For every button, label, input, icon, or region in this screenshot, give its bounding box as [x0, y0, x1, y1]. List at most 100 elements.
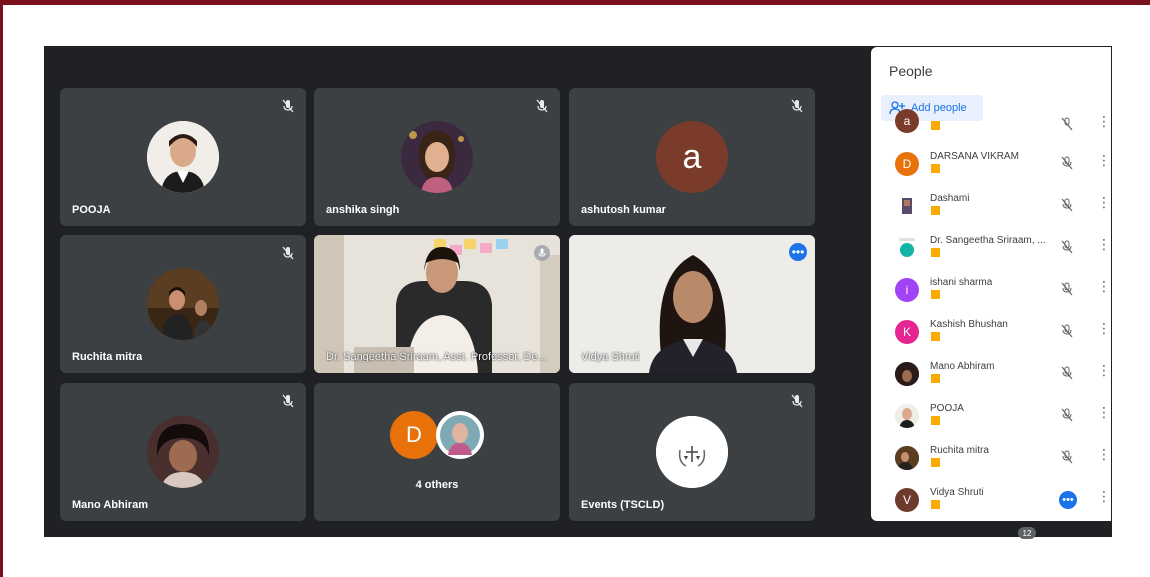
others-group-tile[interactable]: D 4 others	[314, 383, 560, 521]
participant-photo	[147, 121, 219, 193]
more-vert-icon[interactable]: ⋮	[1097, 447, 1111, 461]
mic-off-icon	[282, 99, 294, 113]
participant-tile-events-tscld[interactable]: Events (TSCLD)	[569, 383, 815, 521]
participant-row[interactable]: POOJA ⋮	[871, 395, 1111, 437]
more-vert-icon[interactable]: ⋮	[1097, 237, 1111, 251]
guest-badge-icon	[931, 500, 940, 509]
participant-row[interactable]: Ruchita mitra ⋮	[871, 437, 1111, 479]
participant-tile-ruchita-mitra[interactable]: Ruchita mitra	[60, 235, 306, 373]
participant-name: Mano Abhiram	[930, 361, 995, 372]
more-vert-icon[interactable]: ⋮	[1097, 321, 1111, 335]
participant-name: Ruchita mitra	[72, 351, 143, 363]
participant-photo	[436, 411, 484, 459]
mic-off-icon	[1061, 198, 1073, 212]
participant-avatar: K	[895, 320, 919, 344]
participant-avatar	[895, 194, 919, 218]
participant-video-dr-sangeetha[interactable]: Dr. Sangeetha Sriraam, Asst. Professor, …	[314, 235, 560, 373]
participant-row[interactable]: K Kashish Bhushan ⋮	[871, 311, 1111, 353]
others-count-label: 4 others	[415, 479, 459, 491]
participant-row[interactable]: D DARSANA VIKRAM ⋮	[871, 143, 1111, 185]
participant-avatar	[895, 362, 919, 386]
participant-video-vidya-shruti[interactable]: Vidya Shruti •••	[569, 235, 815, 373]
guest-badge-icon	[931, 374, 940, 383]
participant-tile-pooja[interactable]: POOJA	[60, 88, 306, 226]
letter-avatar: D	[390, 411, 438, 459]
participant-tile-ashutosh-kumar[interactable]: a ashutosh kumar	[569, 88, 815, 226]
participant-row[interactable]: V Vidya Shruti ••• ⋮	[871, 479, 1111, 521]
guest-badge-icon	[931, 416, 940, 425]
frame-left-border	[0, 0, 3, 577]
mic-off-icon	[536, 99, 548, 113]
participant-name: Dr. Sangeetha Sriraam, ...	[930, 235, 1046, 246]
participant-count-badge: 12	[1018, 527, 1036, 539]
participant-name: DARSANA VIKRAM	[930, 151, 1019, 162]
mic-off-icon	[282, 246, 294, 260]
participant-name: Dashami	[930, 193, 970, 204]
add-people-label: Add people	[911, 102, 967, 114]
guest-badge-icon	[931, 332, 940, 341]
participant-row[interactable]: Mano Abhiram ⋮	[871, 353, 1111, 395]
mic-off-icon	[1061, 156, 1073, 170]
participant-avatar: D	[895, 152, 919, 176]
participant-name: Events (TSCLD)	[581, 499, 665, 511]
participant-photo	[147, 416, 219, 488]
mic-off-icon	[1061, 366, 1073, 380]
mic-off-icon	[534, 245, 550, 261]
participant-tile-anshika-singh[interactable]: anshika singh	[314, 88, 560, 226]
more-vert-icon[interactable]: ⋮	[1097, 489, 1111, 503]
panel-title: People	[889, 63, 933, 79]
participant-row[interactable]: a ⋮	[871, 109, 1111, 143]
mic-off-icon	[1061, 117, 1073, 131]
mic-off-icon	[1061, 408, 1073, 422]
guest-badge-icon	[931, 290, 940, 299]
participant-name: Ruchita mitra	[930, 445, 989, 456]
participant-avatar	[895, 446, 919, 470]
mic-off-icon	[1061, 282, 1073, 296]
guest-badge-icon	[931, 121, 940, 130]
mic-off-icon	[791, 99, 803, 113]
more-vert-icon[interactable]: ⋮	[1097, 114, 1111, 128]
participant-photo	[401, 121, 473, 193]
participant-list: a ⋮ D DARSANA VIKRAM ⋮ Dashami ⋮ Dr. San…	[871, 109, 1111, 521]
more-vert-icon[interactable]: ⋮	[1097, 153, 1111, 167]
participant-avatar: a	[895, 109, 919, 133]
participant-avatar: V	[895, 488, 919, 512]
participant-avatar	[895, 404, 919, 428]
participant-row[interactable]: Dashami ⋮	[871, 185, 1111, 227]
guest-badge-icon	[931, 248, 940, 257]
participant-row[interactable]: i ishani sharma ⋮	[871, 269, 1111, 311]
participant-name: Vidya Shruti	[581, 351, 641, 363]
participant-row[interactable]: Dr. Sangeetha Sriraam, ... ⋮	[871, 227, 1111, 269]
participant-photo	[147, 268, 219, 340]
participant-avatar	[895, 236, 919, 260]
bottom-control-bar	[44, 521, 1112, 537]
participant-name: anshika singh	[326, 204, 400, 216]
more-vert-icon[interactable]: ⋮	[1097, 195, 1111, 209]
participant-avatar: i	[895, 278, 919, 302]
participant-name: Mano Abhiram	[72, 499, 148, 511]
participant-name: ishani sharma	[930, 277, 993, 288]
frame-top-border	[0, 0, 1150, 5]
letter-avatar: a	[656, 121, 728, 193]
tscld-logo	[656, 416, 728, 488]
guest-badge-icon	[931, 206, 940, 215]
more-vert-icon[interactable]: ⋮	[1097, 279, 1111, 293]
participant-name: POOJA	[72, 204, 111, 216]
participant-name: Kashish Bhushan	[930, 319, 1008, 330]
participant-tile-mano-abhiram[interactable]: Mano Abhiram	[60, 383, 306, 521]
more-vert-icon[interactable]: ⋮	[1097, 363, 1111, 377]
speaking-indicator-icon: •••	[1059, 491, 1077, 509]
participant-name: Vidya Shruti	[930, 487, 984, 498]
guest-badge-icon	[931, 164, 940, 173]
participant-name: Dr. Sangeetha Sriraam, Asst. Professor, …	[326, 351, 547, 363]
mic-off-icon	[791, 394, 803, 408]
mic-off-icon	[1061, 324, 1073, 338]
more-options-icon[interactable]: •••	[789, 243, 807, 261]
guest-badge-icon	[931, 458, 940, 467]
mic-off-icon	[1061, 240, 1073, 254]
mic-off-icon	[1061, 450, 1073, 464]
mic-off-icon	[282, 394, 294, 408]
participant-name: POOJA	[930, 403, 964, 414]
more-vert-icon[interactable]: ⋮	[1097, 405, 1111, 419]
people-panel: People Add people a ⋮ D DARSANA VIKRAM ⋮…	[871, 47, 1111, 521]
